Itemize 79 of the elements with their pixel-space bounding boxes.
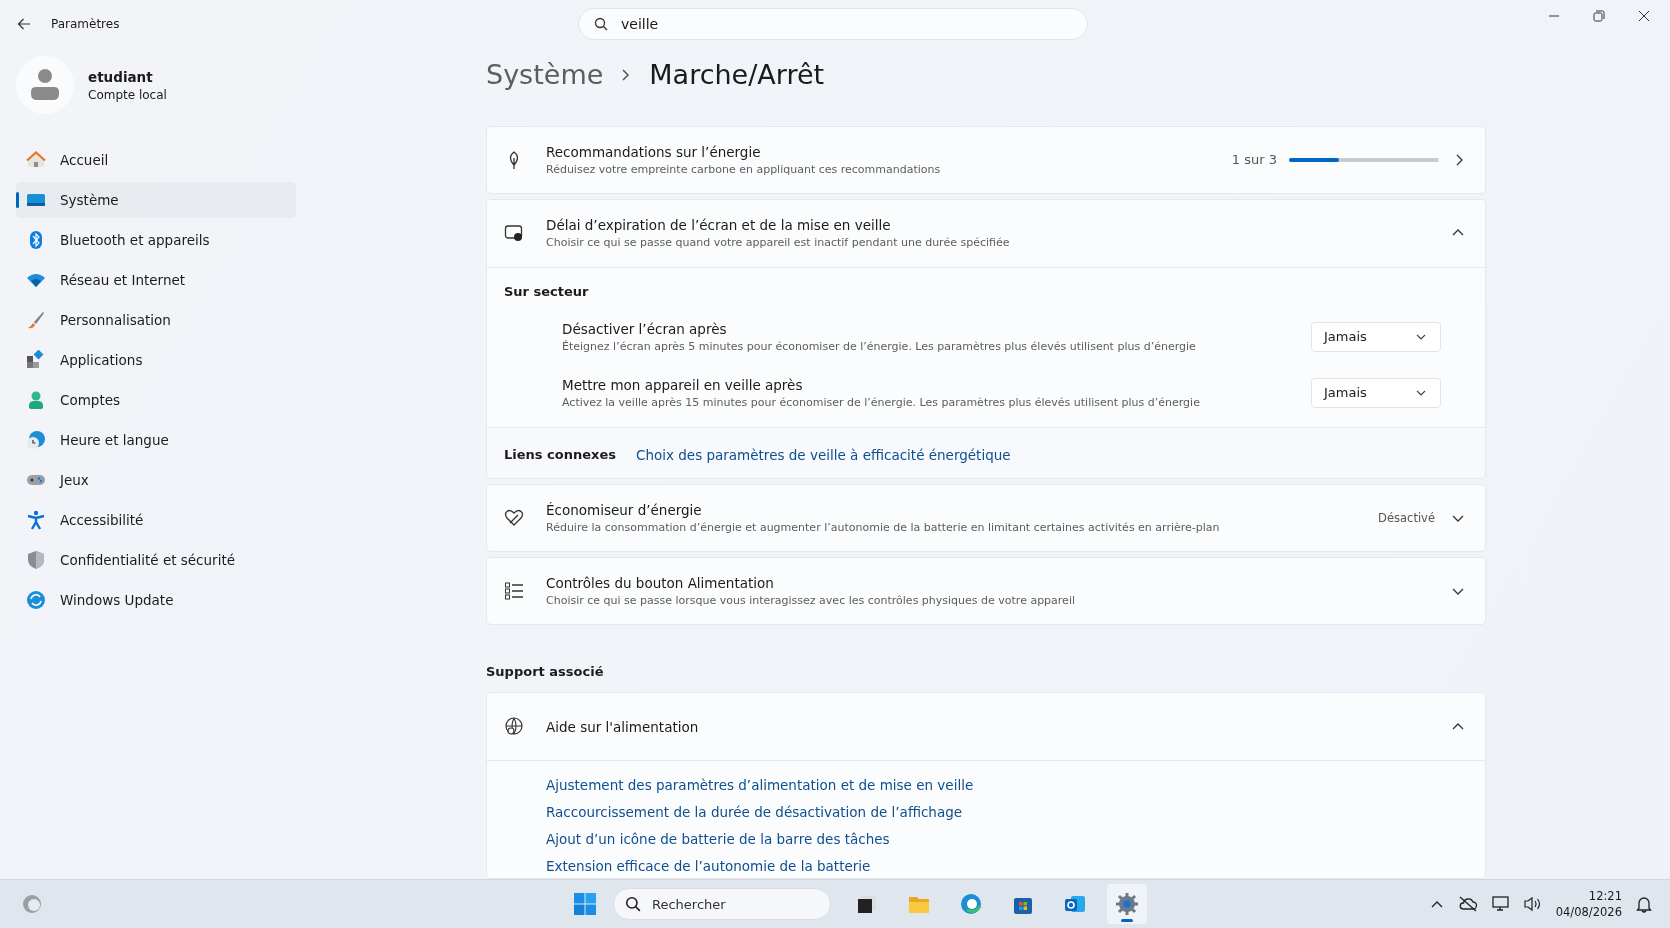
avatar-icon	[16, 56, 74, 114]
sidebar-item[interactable]: Windows Update	[16, 582, 296, 618]
card-title: Économiseur d’énergie	[546, 502, 703, 519]
home-icon	[26, 150, 46, 170]
clock-date[interactable]: 04/08/2026	[1555, 905, 1622, 919]
help-link[interactable]: Extension efficace de l’autonomie de la batterie	[546, 858, 871, 875]
page-title: Marche/Arrêt	[649, 59, 825, 91]
dropdown[interactable]: Jamais	[1311, 377, 1441, 408]
section-heading: Support associé	[486, 664, 605, 680]
card-description: Réduire la consommation d’énergie et augmenter l’autonomie de la batterie en limitant certaines activités en arrière-plan	[546, 521, 1221, 535]
window-title: Paramètres	[51, 17, 120, 31]
sidebar-item[interactable]: Heure et langue	[16, 422, 296, 458]
chevron-down-icon	[1416, 389, 1426, 396]
sidebar-item[interactable]: Réseau et Internet	[16, 262, 296, 298]
sidebar-item[interactable]: Comptes	[16, 382, 296, 418]
settings-card[interactable]: Économiseur d’énergie Réduire la consommation d’énergie et augmenter l’autonomie de la batterie en limitant certaines activités en arrière-plan Désactivé	[486, 484, 1486, 553]
close-icon[interactable]	[1638, 10, 1650, 22]
breadcrumb-parent[interactable]: Système	[486, 59, 604, 91]
sidebar-item[interactable]: Accueil	[16, 142, 296, 178]
sidebar-item[interactable]: Confidentialité et sécurité	[16, 542, 296, 578]
speaker-icon[interactable]	[1523, 896, 1542, 912]
gear-icon[interactable]	[1107, 884, 1147, 924]
monitor-icon[interactable]	[1491, 896, 1510, 912]
chevron-down-icon	[1416, 333, 1426, 340]
status-text: Désactivé	[1378, 511, 1435, 526]
section-heading: Sur secteur	[504, 283, 590, 299]
account-type: Compte local	[88, 87, 167, 102]
sidebar-item[interactable]: Personnalisation	[16, 302, 296, 338]
list-icon	[504, 581, 524, 602]
help-link[interactable]: Ajout d’un icône de batterie de la barre des tâches	[546, 831, 890, 848]
setting-description: Activez la veille après 15 minutes pour économiser de l’énergie. Les paramètres plus élevés utilisent plus d’énergie	[562, 395, 1201, 409]
apps-icon	[26, 350, 46, 370]
chevron-right-icon	[621, 67, 632, 82]
card-description: Choisir ce qui se passe lorsque vous interagissez avec les contrôles physiques de votre appareil	[546, 594, 1076, 608]
sidebar-item[interactable]: Applications	[16, 342, 296, 378]
search-icon	[625, 896, 641, 912]
card-description: Réduisez votre empreinte carbone en appliquant ces recommandations	[546, 162, 942, 176]
chevron-up-icon[interactable]	[1429, 899, 1444, 909]
sidebar-item[interactable]: Jeux	[16, 462, 296, 498]
chevron-right-icon	[1455, 152, 1465, 167]
help-link[interactable]: Ajustement des paramètres d’alimentation et de mise en veille	[546, 777, 974, 794]
settings-card[interactable]: Contrôles du bouton Alimentation Choisir ce qui se passe lorsque vous interagissez avec les contrôles physiques de votre appareil	[486, 557, 1486, 626]
card-title: Aide sur l'alimentation	[546, 718, 700, 735]
sidebar-item[interactable]: Système	[16, 182, 296, 218]
search-field[interactable]: veille	[578, 8, 1088, 40]
setting-label: Mettre mon appareil en veille après	[562, 376, 804, 393]
person-icon	[26, 390, 46, 410]
setting-description: Éteignez l’écran après 5 minutes pour économiser de l’énergie. Les paramètres plus élevés utilisent plus d’énergie	[562, 339, 1197, 353]
sidebar-item[interactable]: Accessibilité	[16, 502, 296, 538]
notification-icon[interactable]	[1636, 895, 1652, 913]
user-name: etudiant	[88, 68, 154, 85]
restore-icon[interactable]	[1593, 10, 1605, 22]
search-icon	[594, 17, 608, 31]
taskbar-search-field[interactable]: Rechercher	[613, 888, 831, 920]
accessibility-icon	[26, 510, 46, 530]
card-title: Délai d’expiration de l’écran et de la mise en veille	[546, 217, 892, 234]
settings-card[interactable]: Aide sur l'alimentation	[487, 693, 1485, 762]
progress-text: 1 sur 3	[1231, 152, 1277, 168]
cloud-off-icon[interactable]	[1457, 896, 1478, 912]
related-label: Liens connexes	[504, 447, 616, 463]
sidebar-item[interactable]: Bluetooth et appareils	[16, 222, 296, 258]
brush-icon	[26, 310, 46, 330]
screen-moon-icon	[504, 223, 524, 244]
link[interactable]: Choix des paramètres de veille à efficacité énergétique	[636, 446, 1011, 463]
back-icon[interactable]	[17, 17, 31, 31]
start-icon[interactable]	[573, 892, 597, 916]
settings-card[interactable]: Délai d’expiration de l’écran et de la mise en veille Choisir ce qui se passe quand votre appareil est inactif pendant une durée spécifiée	[487, 199, 1485, 268]
card-description: Choisir ce qui se passe quand votre appareil est inactif pendant une durée spécifiée	[546, 236, 1011, 250]
shield-icon	[26, 550, 46, 570]
globe-clock-icon	[26, 430, 46, 450]
settings-card[interactable]: Recommandations sur l’énergie Réduisez votre empreinte carbone en appliquant ces recommandations 1 sur 3	[486, 125, 1486, 194]
clock-time[interactable]: 12:21	[1588, 889, 1622, 903]
globe-search-icon	[504, 716, 524, 737]
help-link[interactable]: Raccourcissement de la durée de désactivation de l’affichage	[546, 804, 963, 821]
card-title: Recommandations sur l’énergie	[546, 143, 762, 160]
setting-label: Désactiver l’écran après	[562, 320, 728, 337]
card-title: Contrôles du bouton Alimentation	[546, 575, 775, 592]
sync-icon	[26, 590, 46, 610]
dropdown[interactable]: Jamais	[1311, 321, 1441, 352]
